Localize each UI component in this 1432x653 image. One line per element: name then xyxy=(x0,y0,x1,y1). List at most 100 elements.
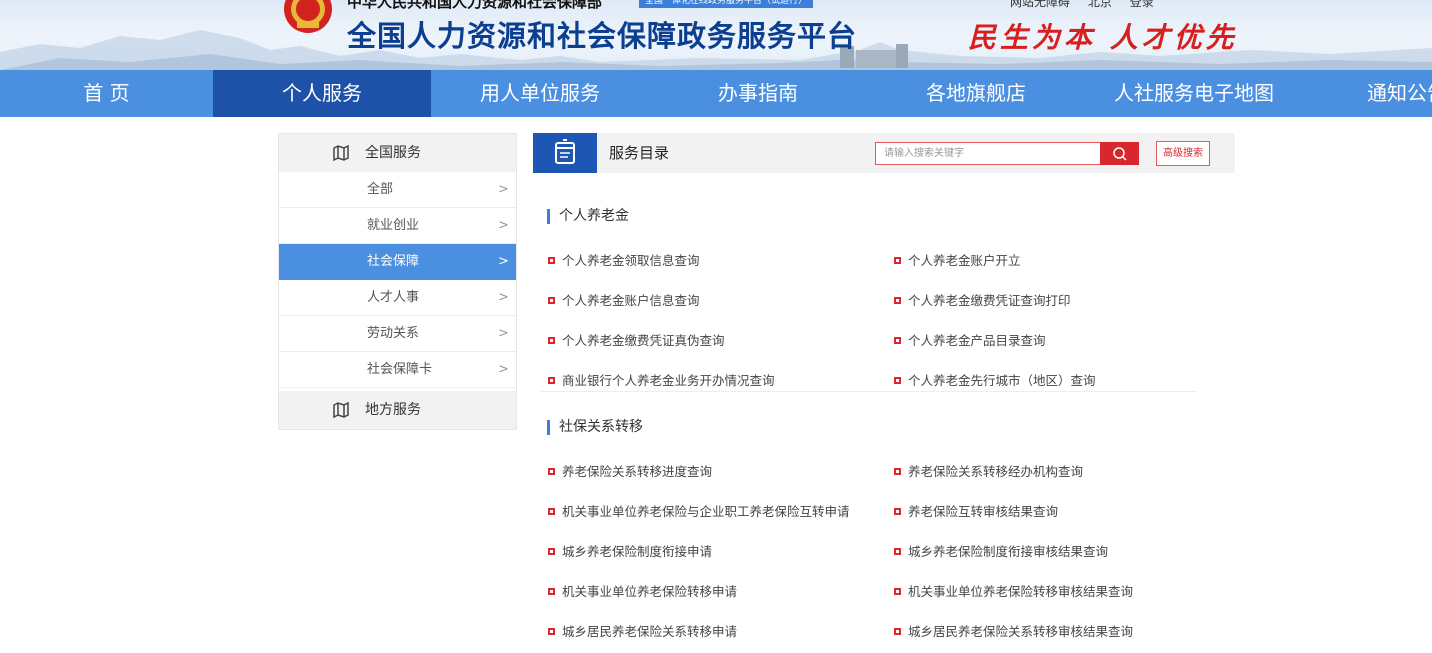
bullet-icon xyxy=(894,257,901,264)
service-link-label: 机关事业单位养老保险转移审核结果查询 xyxy=(908,584,1134,599)
map-icon xyxy=(333,402,349,418)
service-link-label: 个人养老金领取信息查询 xyxy=(562,253,700,268)
nav-service-map[interactable]: 人社服务电子地图 xyxy=(1085,70,1303,117)
service-link-label: 个人养老金缴费凭证查询打印 xyxy=(908,293,1071,308)
sidebar-item-label: 社会保障卡 xyxy=(367,362,433,377)
bullet-icon xyxy=(548,588,555,595)
service-link-label: 养老保险互转审核结果查询 xyxy=(908,504,1059,519)
bullet-icon xyxy=(894,548,901,555)
ministry-name: 中华人民共和国人力资源和社会保障部 xyxy=(347,0,603,11)
service-link-label: 商业银行个人养老金业务开办情况查询 xyxy=(562,373,775,388)
chevron-right-icon: > xyxy=(498,290,509,305)
bullet-icon xyxy=(548,548,555,555)
location-link[interactable]: 北京 xyxy=(1088,0,1112,9)
service-link[interactable]: 城乡居民养老保险关系转移申请 xyxy=(548,621,737,640)
service-link[interactable]: 个人养老金缴费凭证查询打印 xyxy=(894,290,1071,309)
sidebar-item-label: 就业创业 xyxy=(367,218,420,233)
service-link-label: 个人养老金先行城市（地区）查询 xyxy=(908,373,1096,388)
nav-personal-services[interactable]: 个人服务 xyxy=(213,70,431,117)
service-link[interactable]: 商业银行个人养老金业务开办情况查询 xyxy=(548,370,775,389)
catalog-icon xyxy=(555,139,575,164)
service-catalog: 服务目录 高级搜索 个人养老金 个人养老金领取信息查询 个人养老金账户开立 个人… xyxy=(533,133,1235,653)
service-link[interactable]: 个人养老金账户开立 xyxy=(894,250,1021,269)
service-link-label: 养老保险关系转移进度查询 xyxy=(562,464,713,479)
service-link[interactable]: 个人养老金产品目录查询 xyxy=(894,330,1046,349)
sidebar-item-all[interactable]: 全部 > xyxy=(279,172,516,208)
section-title-personal-pension: 个人养老金 xyxy=(547,209,629,224)
bullet-icon xyxy=(548,337,555,344)
nav-guide[interactable]: 办事指南 xyxy=(649,70,867,117)
catalog-header: 服务目录 高级搜索 xyxy=(533,133,1235,173)
main-nav: 首 页 个人服务 用人单位服务 办事指南 各地旗舰店 人社服务电子地图 通知公告 xyxy=(0,70,1432,117)
login-link[interactable]: 登录 xyxy=(1130,0,1154,9)
chevron-right-icon: > xyxy=(498,218,509,233)
nav-notices[interactable]: 通知公告 xyxy=(1303,70,1432,117)
section-title-social-transfer: 社保关系转移 xyxy=(547,420,643,435)
advanced-search-button[interactable]: 高级搜索 xyxy=(1156,141,1210,166)
sidebar-item-employment[interactable]: 就业创业 > xyxy=(279,208,516,244)
nav-home[interactable]: 首 页 xyxy=(0,70,213,117)
service-link[interactable]: 个人养老金账户信息查询 xyxy=(548,290,700,309)
bullet-icon xyxy=(894,468,901,475)
nav-local-stores[interactable]: 各地旗舰店 xyxy=(867,70,1085,117)
service-link[interactable]: 养老保险关系转移进度查询 xyxy=(548,461,712,480)
trial-run-badge[interactable]: 全国一体化在线政务服务平台（试运行） xyxy=(639,0,814,8)
bullet-icon xyxy=(894,628,901,635)
bullet-icon xyxy=(548,628,555,635)
local-services-header[interactable]: 地方服务 xyxy=(279,391,516,429)
service-link[interactable]: 养老保险关系转移经办机构查询 xyxy=(894,461,1083,480)
sidebar-item-label: 劳动关系 xyxy=(367,326,420,341)
service-link-label: 城乡养老保险制度衔接申请 xyxy=(562,544,713,559)
national-emblem-icon xyxy=(284,0,332,33)
bullet-icon xyxy=(894,508,901,515)
chevron-right-icon: > xyxy=(498,326,509,341)
site-header: 中华人民共和国人力资源和社会保障部 全国一体化在线政务服务平台（试运行） 全国人… xyxy=(0,0,1432,70)
sidebar-item-labor-relations[interactable]: 劳动关系 > xyxy=(279,316,516,352)
service-link-label: 个人养老金产品目录查询 xyxy=(908,333,1046,348)
service-link-label: 个人养老金缴费凭证真伪查询 xyxy=(562,333,725,348)
sidebar-item-label: 社会保障 xyxy=(367,254,420,269)
service-link[interactable]: 城乡养老保险制度衔接审核结果查询 xyxy=(894,541,1108,560)
service-link[interactable]: 城乡居民养老保险关系转移审核结果查询 xyxy=(894,621,1133,640)
bullet-icon xyxy=(548,468,555,475)
service-link[interactable]: 机关事业单位养老保险转移申请 xyxy=(548,581,737,600)
section-divider xyxy=(541,391,1196,392)
service-link[interactable]: 个人养老金领取信息查询 xyxy=(548,250,700,269)
chevron-right-icon: > xyxy=(498,182,509,197)
chevron-right-icon: > xyxy=(498,254,509,269)
bullet-icon xyxy=(894,297,901,304)
sidebar-item-talent[interactable]: 人才人事 > xyxy=(279,280,516,316)
catalog-title: 服务目录 xyxy=(609,144,670,162)
slogan: 民生为本 人才优先 xyxy=(968,21,1238,54)
sidebar-item-label: 人才人事 xyxy=(367,290,420,305)
service-link[interactable]: 机关事业单位养老保险与企业职工养老保险互转申请 xyxy=(548,501,850,520)
service-link-label: 养老保险关系转移经办机构查询 xyxy=(908,464,1084,479)
service-link[interactable]: 个人养老金先行城市（地区）查询 xyxy=(894,370,1096,389)
national-services-label: 全国服务 xyxy=(365,145,421,161)
sidebar-item-label: 全部 xyxy=(367,182,394,197)
service-link[interactable]: 个人养老金缴费凭证真伪查询 xyxy=(548,330,725,349)
bullet-icon xyxy=(894,337,901,344)
local-services-label: 地方服务 xyxy=(365,402,421,418)
search-input[interactable] xyxy=(875,142,1101,165)
service-link[interactable]: 城乡养老保险制度衔接申请 xyxy=(548,541,712,560)
search-icon xyxy=(1113,147,1127,161)
service-link-label: 城乡居民养老保险关系转移审核结果查询 xyxy=(908,624,1134,639)
bullet-icon xyxy=(548,257,555,264)
service-link-label: 个人养老金账户信息查询 xyxy=(562,293,700,308)
sidebar-item-social-card[interactable]: 社会保障卡 > xyxy=(279,352,516,388)
national-services-header[interactable]: 全国服务 xyxy=(279,134,516,172)
top-links: 网站无障碍 北京 登录 xyxy=(1010,0,1168,10)
search-button[interactable] xyxy=(1100,142,1139,165)
chevron-right-icon: > xyxy=(498,362,509,377)
service-link-label: 机关事业单位养老保险转移申请 xyxy=(562,584,738,599)
map-icon xyxy=(333,145,349,161)
bullet-icon xyxy=(548,377,555,384)
accessibility-link[interactable]: 网站无障碍 xyxy=(1010,0,1070,9)
nav-employer-services[interactable]: 用人单位服务 xyxy=(431,70,649,117)
sidebar-item-social-security[interactable]: 社会保障 > xyxy=(279,244,516,280)
bullet-icon xyxy=(894,377,901,384)
service-link[interactable]: 养老保险互转审核结果查询 xyxy=(894,501,1058,520)
service-sidebar: 全国服务 全部 > 就业创业 > 社会保障 > 人才人事 > 劳动关系 > 社会… xyxy=(278,133,517,430)
service-link[interactable]: 机关事业单位养老保险转移审核结果查询 xyxy=(894,581,1133,600)
